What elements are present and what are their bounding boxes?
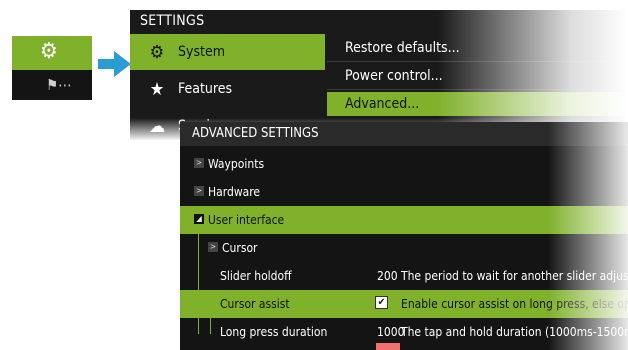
cursor-assist-checkbox[interactable]: ✔ [375,296,388,309]
menu-item-label: System [178,44,225,60]
waypoint-icon: ⚑⋯ [46,76,72,94]
row-label: Long press duration [220,325,328,339]
row-label: Cursor assist [220,297,290,311]
setting-row-slider-holdoff[interactable]: Slider holdoff 200 The period to wait fo… [180,262,628,290]
tree-row-cursor[interactable]: > Cursor [180,234,628,262]
tree-connector [210,303,218,304]
row-label: User interface [208,213,285,227]
gear-icon: ⚙ [149,41,165,63]
menu-item-power-control[interactable]: Power control... [327,64,628,88]
divider [327,61,628,62]
tree-row-hardware[interactable]: > Hardware [180,178,628,206]
row-description: The period to wait for another slider ad… [401,269,628,283]
row-label: Cursor [222,241,258,255]
settings-panel: SETTINGS ⚙ System ★ Features ☁ Services … [130,10,628,140]
settings-tile-bottom: ⚑⋯ [12,70,92,100]
row-label: Slider holdoff [220,269,292,283]
menu-item-advanced[interactable]: Advanced... [327,92,628,116]
expand-icon[interactable]: > [208,242,218,252]
tree-row-waypoints[interactable]: > Waypoints [180,150,628,178]
gear-icon: ⚙ [40,39,58,64]
row-description: The tap and hold duration (1000ms-1500ms… [401,325,628,339]
expand-icon[interactable]: > [194,186,204,196]
settings-tile-top[interactable]: ⚙ [12,36,92,70]
value-indicator [376,343,400,350]
settings-title: SETTINGS [140,13,205,29]
advanced-settings-title: ADVANCED SETTINGS [180,122,628,146]
setting-row-cursor-assist[interactable]: Cursor assist ✔ Enable cursor assist on … [180,290,628,318]
menu-item-features[interactable]: ★ Features [130,71,325,107]
row-value[interactable]: 200 [377,269,398,283]
row-label: Waypoints [208,157,265,171]
collapse-icon[interactable]: ◢ [194,214,204,224]
divider [327,89,628,90]
home-settings-tile[interactable]: ⚙ ⚑⋯ [12,36,92,100]
advanced-settings-panel: ADVANCED SETTINGS > Waypoints > Hardware… [180,122,628,350]
row-description: Enable cursor assist on long press, else… [401,297,628,311]
tree-connector [198,234,199,334]
menu-item-system[interactable]: ⚙ System [130,34,325,70]
menu-item-label: Features [178,81,233,97]
tree-row-user-interface[interactable]: ◢ User interface [180,206,628,234]
arrow-right-icon [98,51,131,77]
tree-connector [210,290,211,334]
row-label: Hardware [208,185,261,199]
expand-icon[interactable]: > [194,158,204,168]
star-icon: ★ [149,78,165,100]
cloud-icon: ☁ [148,115,166,137]
setting-row-long-press-duration[interactable]: Long press duration 1000 The tap and hol… [180,318,628,346]
menu-item-restore-defaults[interactable]: Restore defaults... [327,36,628,60]
